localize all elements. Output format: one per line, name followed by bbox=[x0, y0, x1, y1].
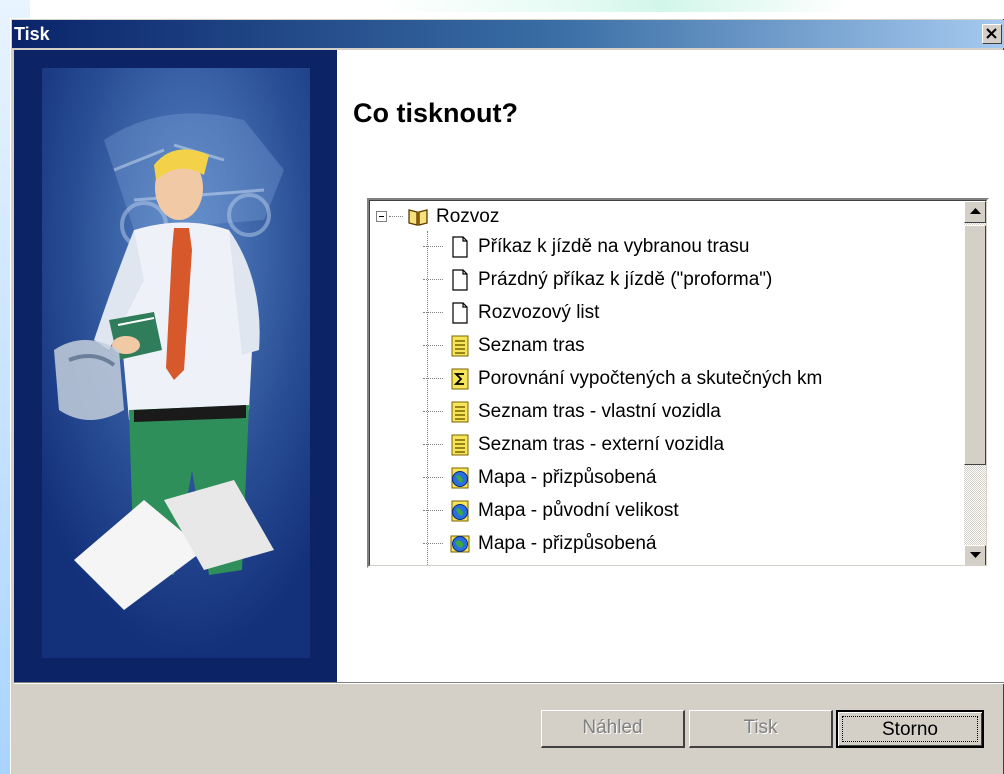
tree-scrollbar[interactable] bbox=[964, 201, 986, 565]
tree-item-label: Porovnání vypočtených a skutečných km bbox=[478, 367, 823, 389]
print-dialog: Tisk Co tisknout? Rozvoz Příkaz k jízdě … bbox=[10, 18, 1004, 774]
list-report-icon bbox=[451, 401, 469, 422]
tree-list: Rozvoz Příkaz k jízdě na vybranou trasu bbox=[370, 201, 950, 567]
tree-item-label: Příkaz k jízdě na vybranou trasu bbox=[478, 235, 750, 257]
scroll-thumb[interactable] bbox=[964, 225, 986, 465]
page-title: Co tisknout? bbox=[353, 98, 518, 128]
list-report-icon bbox=[451, 434, 469, 455]
tree-item-label: Mapa - přizpůsobená bbox=[478, 532, 657, 554]
tree-item[interactable]: Příkaz k jízdě na vybranou trasu bbox=[423, 231, 749, 262]
print-button[interactable]: Tisk bbox=[689, 710, 833, 748]
tree-item-label: Prázdný příkaz k jízdě ("proforma") bbox=[478, 268, 773, 290]
close-button[interactable] bbox=[982, 24, 1002, 44]
close-icon bbox=[986, 28, 997, 39]
tree-item-label: Mapa - přizpůsobená bbox=[478, 466, 657, 488]
tree-item[interactable]: Mapa - přizpůsobená bbox=[423, 462, 657, 493]
list-report-icon bbox=[451, 335, 469, 356]
arrow-up-icon bbox=[970, 208, 981, 214]
title-bar[interactable]: Tisk bbox=[12, 20, 1004, 48]
cancel-button[interactable]: Storno bbox=[836, 710, 984, 748]
tree-root-rozvoz[interactable]: Rozvoz bbox=[376, 201, 499, 232]
window-title: Tisk bbox=[14, 24, 50, 44]
arrow-down-icon bbox=[970, 552, 981, 558]
collapse-icon[interactable] bbox=[376, 211, 387, 222]
globe-icon bbox=[450, 535, 470, 552]
background-top-decor bbox=[380, 0, 850, 12]
cancel-button-label: Storno bbox=[842, 716, 978, 742]
tree-item[interactable]: Prázdný příkaz k jízdě ("proforma") bbox=[423, 264, 772, 295]
scroll-down-button[interactable] bbox=[964, 545, 986, 565]
globe-icon bbox=[451, 467, 469, 488]
list-report-icon bbox=[449, 566, 471, 567]
book-icon bbox=[408, 208, 428, 226]
tree-item[interactable]: Mapa - původní velikost bbox=[423, 495, 679, 526]
tree-item-label: Seznam tras - vlastní vozidla bbox=[478, 400, 721, 422]
tree-root-label: Rozvoz bbox=[436, 205, 500, 227]
tree-item-label: Mapa - původní velikost bbox=[478, 499, 679, 521]
scroll-up-button[interactable] bbox=[964, 201, 986, 223]
tree-item-label: Rozvozový list bbox=[478, 301, 600, 323]
print-options-tree[interactable]: Rozvoz Příkaz k jízdě na vybranou trasu bbox=[367, 198, 989, 568]
tree-item[interactable]: Seznam tras - vlastní vozidla bbox=[423, 396, 721, 427]
tree-item[interactable]: Rozvozový list bbox=[423, 297, 599, 328]
businessman-illustration bbox=[42, 68, 310, 658]
preview-button[interactable]: Náhled bbox=[541, 710, 685, 748]
globe-icon bbox=[451, 500, 469, 521]
tree-item-label: Seznam tras - externí vozidla bbox=[478, 433, 725, 455]
button-separator bbox=[14, 682, 1004, 684]
tree-item-label: Seznam tras bbox=[478, 334, 585, 356]
tree-item-partial bbox=[423, 561, 478, 567]
document-icon bbox=[452, 268, 468, 291]
tree-item[interactable]: Mapa - přizpůsobená bbox=[423, 528, 657, 559]
tree-item[interactable]: Seznam tras bbox=[423, 330, 585, 361]
dialog-content: Co tisknout? Rozvoz Příkaz k jízdě na vy… bbox=[14, 50, 1004, 682]
tree-item[interactable]: Porovnání vypočtených a skutečných km bbox=[423, 363, 822, 394]
tree-item[interactable]: Seznam tras - externí vozidla bbox=[423, 429, 724, 460]
document-icon bbox=[452, 235, 468, 258]
sum-report-icon bbox=[451, 368, 469, 389]
document-icon bbox=[452, 301, 468, 324]
wizard-side-image bbox=[14, 50, 337, 682]
